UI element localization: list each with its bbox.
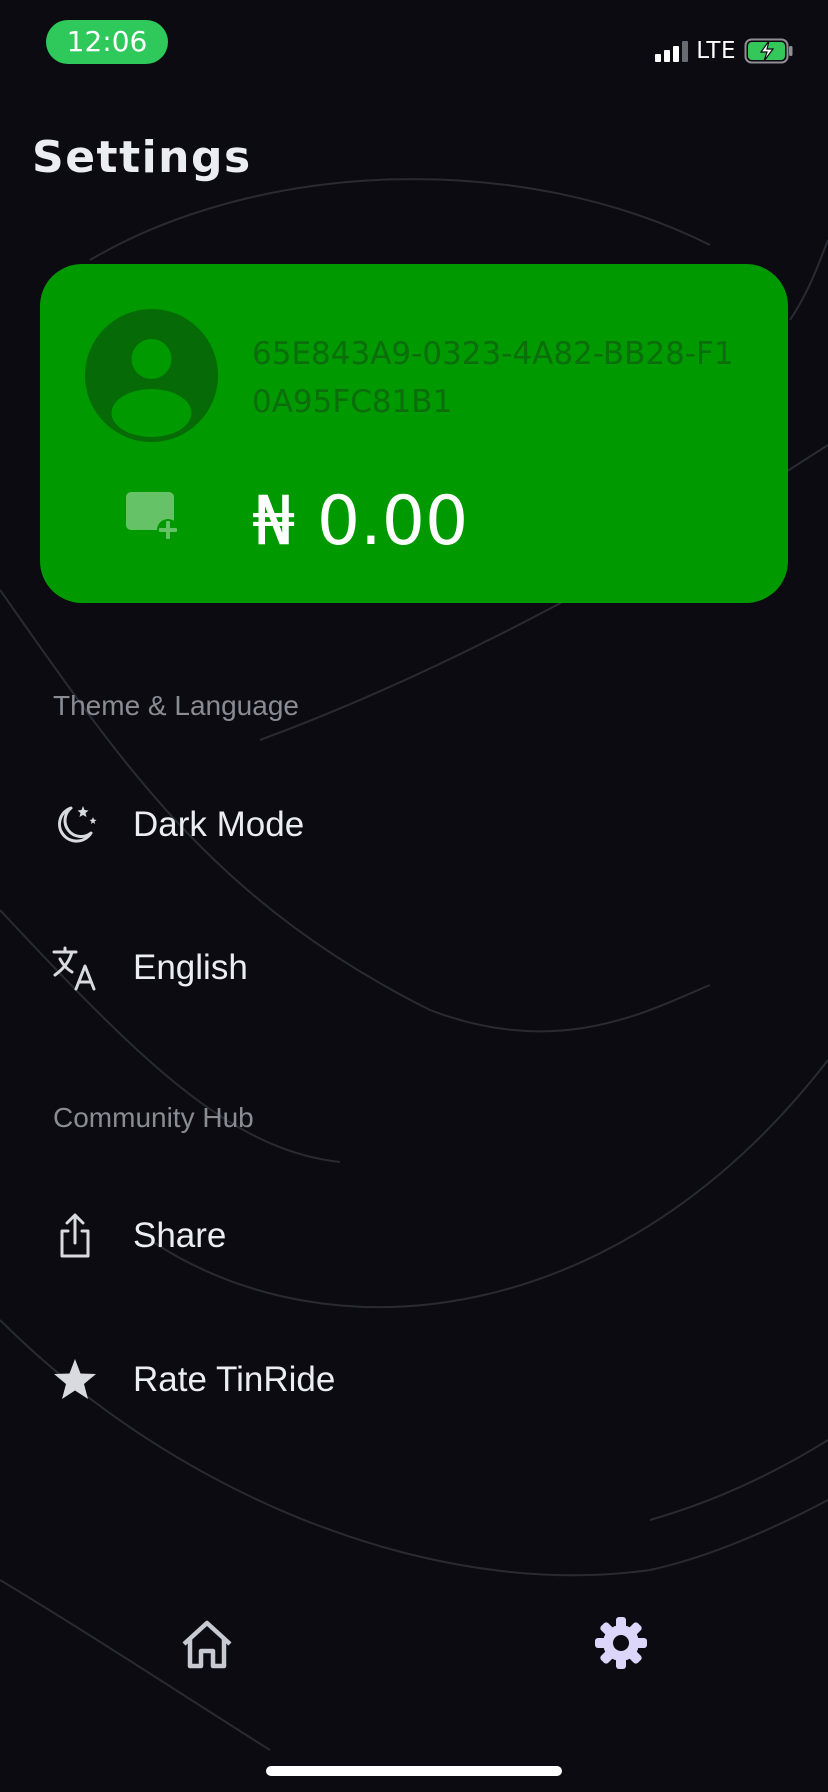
menu-item-language[interactable]: English xyxy=(0,913,828,1023)
status-indicators: LTE xyxy=(655,36,794,66)
page-title: Settings xyxy=(32,132,252,183)
menu-item-label: Share xyxy=(133,1216,227,1255)
menu-item-dark-mode[interactable]: Dark Mode xyxy=(0,770,828,880)
menu-item-label: Dark Mode xyxy=(133,805,305,844)
user-avatar-icon[interactable] xyxy=(85,309,218,442)
translate-icon xyxy=(52,946,96,991)
section-label-theme-language: Theme & Language xyxy=(53,690,299,721)
section-label-community-hub: Community Hub xyxy=(53,1102,254,1133)
home-icon xyxy=(182,1620,232,1669)
signal-icon xyxy=(655,40,689,62)
tab-home[interactable] xyxy=(172,1610,242,1680)
home-indicator xyxy=(266,1766,562,1776)
share-icon xyxy=(60,1213,90,1258)
device-id: 65E843A9-0323-4A82-BB28-F10A95FC81B1 xyxy=(252,336,734,420)
menu-item-rate-app[interactable]: Rate TinRide xyxy=(0,1325,828,1435)
tab-settings[interactable] xyxy=(586,1608,656,1678)
add-card-icon[interactable] xyxy=(124,490,180,542)
menu-item-label: Rate TinRide xyxy=(133,1360,336,1399)
gear-icon xyxy=(595,1617,647,1669)
status-time: 12:06 xyxy=(46,20,168,64)
menu-item-share[interactable]: Share xyxy=(0,1181,828,1291)
account-card[interactable]: 65E843A9-0323-4A82-BB28-F10A95FC81B1 ₦ 0… xyxy=(40,264,788,603)
battery-charging-icon xyxy=(744,38,793,64)
network-type: LTE xyxy=(696,38,736,64)
wallet-balance: ₦ 0.00 xyxy=(252,482,469,561)
menu-item-label: English xyxy=(133,948,248,987)
moon-stars-icon xyxy=(58,806,97,843)
star-icon xyxy=(54,1359,96,1399)
